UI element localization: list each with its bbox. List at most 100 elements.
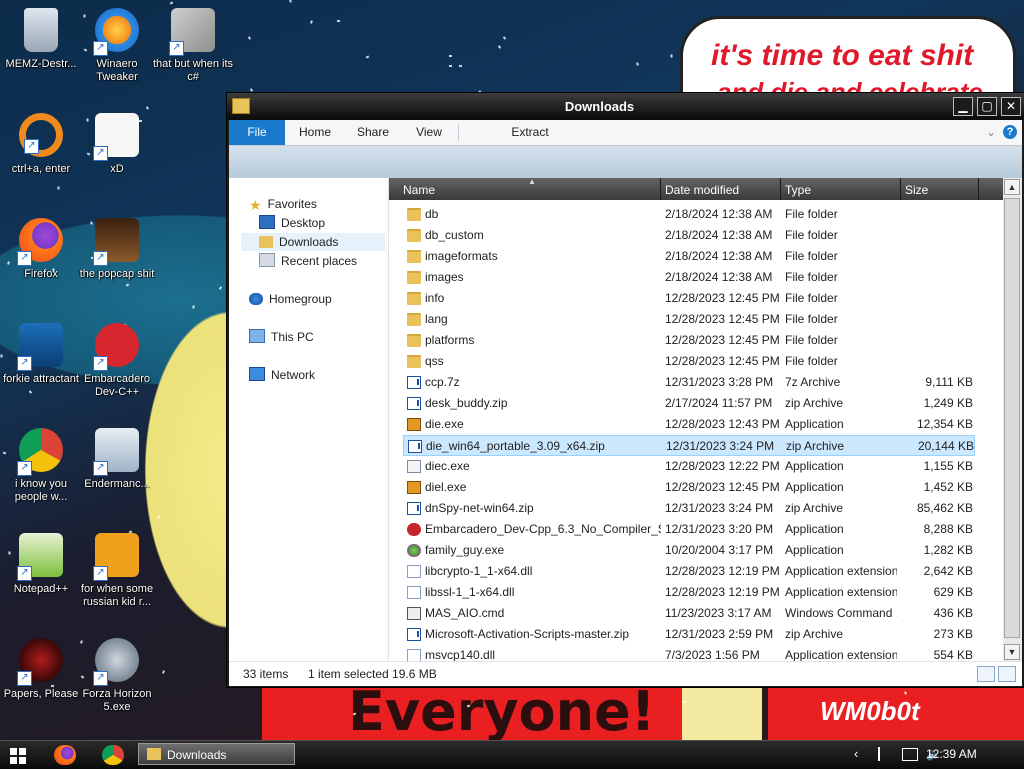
scroll-down-button[interactable]: ▼: [1004, 644, 1020, 660]
file-name: die_win64_portable_3.09_x64.zip: [426, 439, 605, 453]
file-row[interactable]: Embarcadero_Dev-Cpp_6.3_No_Compiler_S...…: [403, 519, 975, 540]
desktop-icon-xd[interactable]: ↗ xD: [76, 113, 158, 176]
network-tray-icon[interactable]: [902, 748, 918, 761]
desktop-icon-notepadpp[interactable]: ↗ Notepad++: [0, 533, 82, 596]
desktop-icon-devcpp[interactable]: ↗ Embarcadero Dev-C++: [76, 323, 158, 399]
orange-ring-icon: ↗: [19, 113, 63, 157]
file-row[interactable]: ccp.7z 12/31/2023 3:28 PM 7z Archive 9,111 …: [403, 372, 975, 393]
file-row[interactable]: desk_buddy.zip 2/17/2024 11:57 PM zip Arch…: [403, 393, 975, 414]
nav-homegroup[interactable]: Homegroup: [249, 290, 332, 308]
tab-file[interactable]: File: [229, 120, 285, 145]
column-header-date[interactable]: Date modified: [661, 178, 781, 200]
column-header-type[interactable]: Type: [781, 178, 901, 200]
file-date: 7/3/2023 1:56 PM: [665, 648, 760, 661]
file-row[interactable]: dnSpy-net-win64.zip 12/31/2023 3:24 PM zip…: [403, 498, 975, 519]
start-button[interactable]: [10, 748, 26, 764]
desktop-icon-popcap[interactable]: ↗ the popcap shit: [76, 218, 158, 281]
scroll-up-button[interactable]: ▲: [1004, 179, 1020, 195]
desktop-icon-die[interactable]: ↗ for when some russian kid r...: [76, 533, 158, 609]
file-row[interactable]: platforms 12/28/2023 12:45 PM File folder: [403, 330, 975, 351]
file-type: File folder: [785, 207, 838, 221]
file-row[interactable]: die_win64_portable_3.09_x64.zip 12/31/202…: [403, 435, 975, 456]
file-row[interactable]: msvcp140.dll 7/3/2023 1:56 PM Application …: [403, 645, 975, 661]
firefox-icon[interactable]: [54, 745, 76, 765]
column-header-size[interactable]: Size: [901, 178, 979, 200]
file-type: File folder: [785, 333, 838, 347]
winaero-icon: ↗: [93, 8, 139, 56]
large-icons-view-icon[interactable]: [998, 666, 1016, 682]
desktop-icon-winaero[interactable]: ↗ Winaero Tweaker: [76, 8, 158, 84]
file-row[interactable]: MAS_AIO.cmd 11/23/2023 3:17 AM Windows Com…: [403, 603, 975, 624]
file-row[interactable]: die.exe 12/28/2023 12:43 PM Application 12,…: [403, 414, 975, 435]
tab-share[interactable]: Share: [345, 120, 401, 145]
file-size: 8,288 KB: [923, 522, 973, 536]
taskbar-downloads-button[interactable]: Downloads: [138, 743, 295, 765]
file-type: Application: [785, 543, 844, 557]
desktop-icon-memz[interactable]: MEMZ-Destr...: [0, 8, 82, 71]
status-bar: 33 items 1 item selected 19.6 MB: [229, 661, 1022, 686]
desktop-icon-label: for when some russian kid r...: [80, 583, 154, 608]
clock[interactable]: 12:39 AM: [926, 747, 977, 761]
banner-bottom-text: Everyone!: [348, 680, 656, 740]
details-view-icon[interactable]: [977, 666, 995, 682]
window-titlebar[interactable]: Downloads ▁ ▢ ✕: [227, 93, 1024, 120]
chrome-icon[interactable]: [102, 745, 124, 765]
file-row[interactable]: images 2/18/2024 12:38 AM File folder: [403, 267, 975, 288]
help-icon[interactable]: ?: [1003, 125, 1017, 139]
close-button[interactable]: ✕: [1001, 97, 1021, 116]
file-size: 1,452 KB: [923, 480, 973, 494]
desktop-icon-chrome[interactable]: ↗ i know you people w...: [0, 428, 82, 504]
desktop-icon-enderman[interactable]: ↗ Endermanc...: [76, 428, 158, 491]
confetti: [289, 0, 292, 3]
desktop-icon-papers-please[interactable]: ↗ Papers, Please: [0, 638, 82, 701]
tab-view[interactable]: View: [403, 120, 455, 145]
nav-network[interactable]: Network: [249, 366, 315, 384]
confetti: [448, 54, 453, 58]
address-bar[interactable]: [229, 146, 1022, 178]
maximize-button[interactable]: ▢: [977, 97, 997, 116]
folder-file-icon: [407, 208, 421, 221]
confetti: [336, 19, 341, 23]
file-row[interactable]: diec.exe 12/28/2023 12:22 PM Application 1,…: [403, 456, 975, 477]
file-size: 554 KB: [933, 648, 973, 661]
file-row[interactable]: db 2/18/2024 12:38 AM File folder: [403, 204, 975, 225]
file-type: zip Archive: [785, 627, 844, 641]
file-row[interactable]: libcrypto-1_1-x64.dll 12/28/2023 12:19 PM…: [403, 561, 975, 582]
nav-favorites[interactable]: ★ Favorites: [249, 195, 317, 213]
folder-file-icon: [407, 250, 421, 263]
file-type: zip Archive: [785, 501, 844, 515]
scroll-thumb[interactable]: [1004, 198, 1020, 638]
file-row[interactable]: db_custom 2/18/2024 12:38 AM File folder: [403, 225, 975, 246]
nav-downloads[interactable]: Downloads: [241, 233, 385, 251]
selection-info: 1 item selected 19.6 MB: [308, 667, 437, 681]
nav-desktop[interactable]: Desktop: [259, 214, 325, 232]
nav-recent-places[interactable]: Recent places: [259, 252, 357, 270]
minimize-button[interactable]: ▁: [953, 97, 973, 116]
desktop-icon-firefox[interactable]: ↗ Firefox: [0, 218, 82, 281]
file-row[interactable]: Microsoft-Activation-Scripts-master.zip 1…: [403, 624, 975, 645]
confetti: [28, 390, 33, 394]
tab-extract[interactable]: Extract: [487, 120, 573, 145]
file-row[interactable]: lang 12/28/2023 12:45 PM File folder: [403, 309, 975, 330]
nav-this-pc[interactable]: This PC: [249, 328, 314, 346]
vertical-scrollbar[interactable]: ▲ ▼: [1003, 178, 1022, 661]
file-row[interactable]: libssl-1_1-x64.dll 12/28/2023 12:19 PM App…: [403, 582, 975, 603]
tab-home[interactable]: Home: [287, 120, 343, 145]
desktop-icon-csharp[interactable]: ↗ that but when its c#: [152, 8, 234, 84]
file-name: info: [425, 291, 445, 305]
file-row[interactable]: imageformats 2/18/2024 12:38 AM File folde…: [403, 246, 975, 267]
die-icon: ↗: [93, 533, 139, 581]
desktop-icon-forza[interactable]: ↗ Forza Horizon 5.exe: [76, 638, 158, 714]
flag-icon[interactable]: [878, 747, 892, 761]
chevron-down-icon[interactable]: ⌄: [986, 125, 996, 139]
file-row[interactable]: info 12/28/2023 12:45 PM File folder: [403, 288, 975, 309]
file-date: 12/28/2023 12:45 PM: [665, 291, 780, 305]
file-size: 9,111 KB: [925, 375, 973, 389]
tray-chevron-icon[interactable]: ‹: [854, 746, 858, 761]
desktop-icon-forkie[interactable]: ↗ forkie attractant: [0, 323, 82, 386]
file-row[interactable]: qss 12/28/2023 12:45 PM File folder: [403, 351, 975, 372]
file-date: 12/31/2023 3:24 PM: [666, 439, 775, 453]
desktop-icon-ctrla[interactable]: ↗ ctrl+a, enter: [0, 113, 82, 176]
file-row[interactable]: diel.exe 12/28/2023 12:45 PM Application 1,…: [403, 477, 975, 498]
file-row[interactable]: family_guy.exe 10/20/2004 3:17 PM Applicat…: [403, 540, 975, 561]
